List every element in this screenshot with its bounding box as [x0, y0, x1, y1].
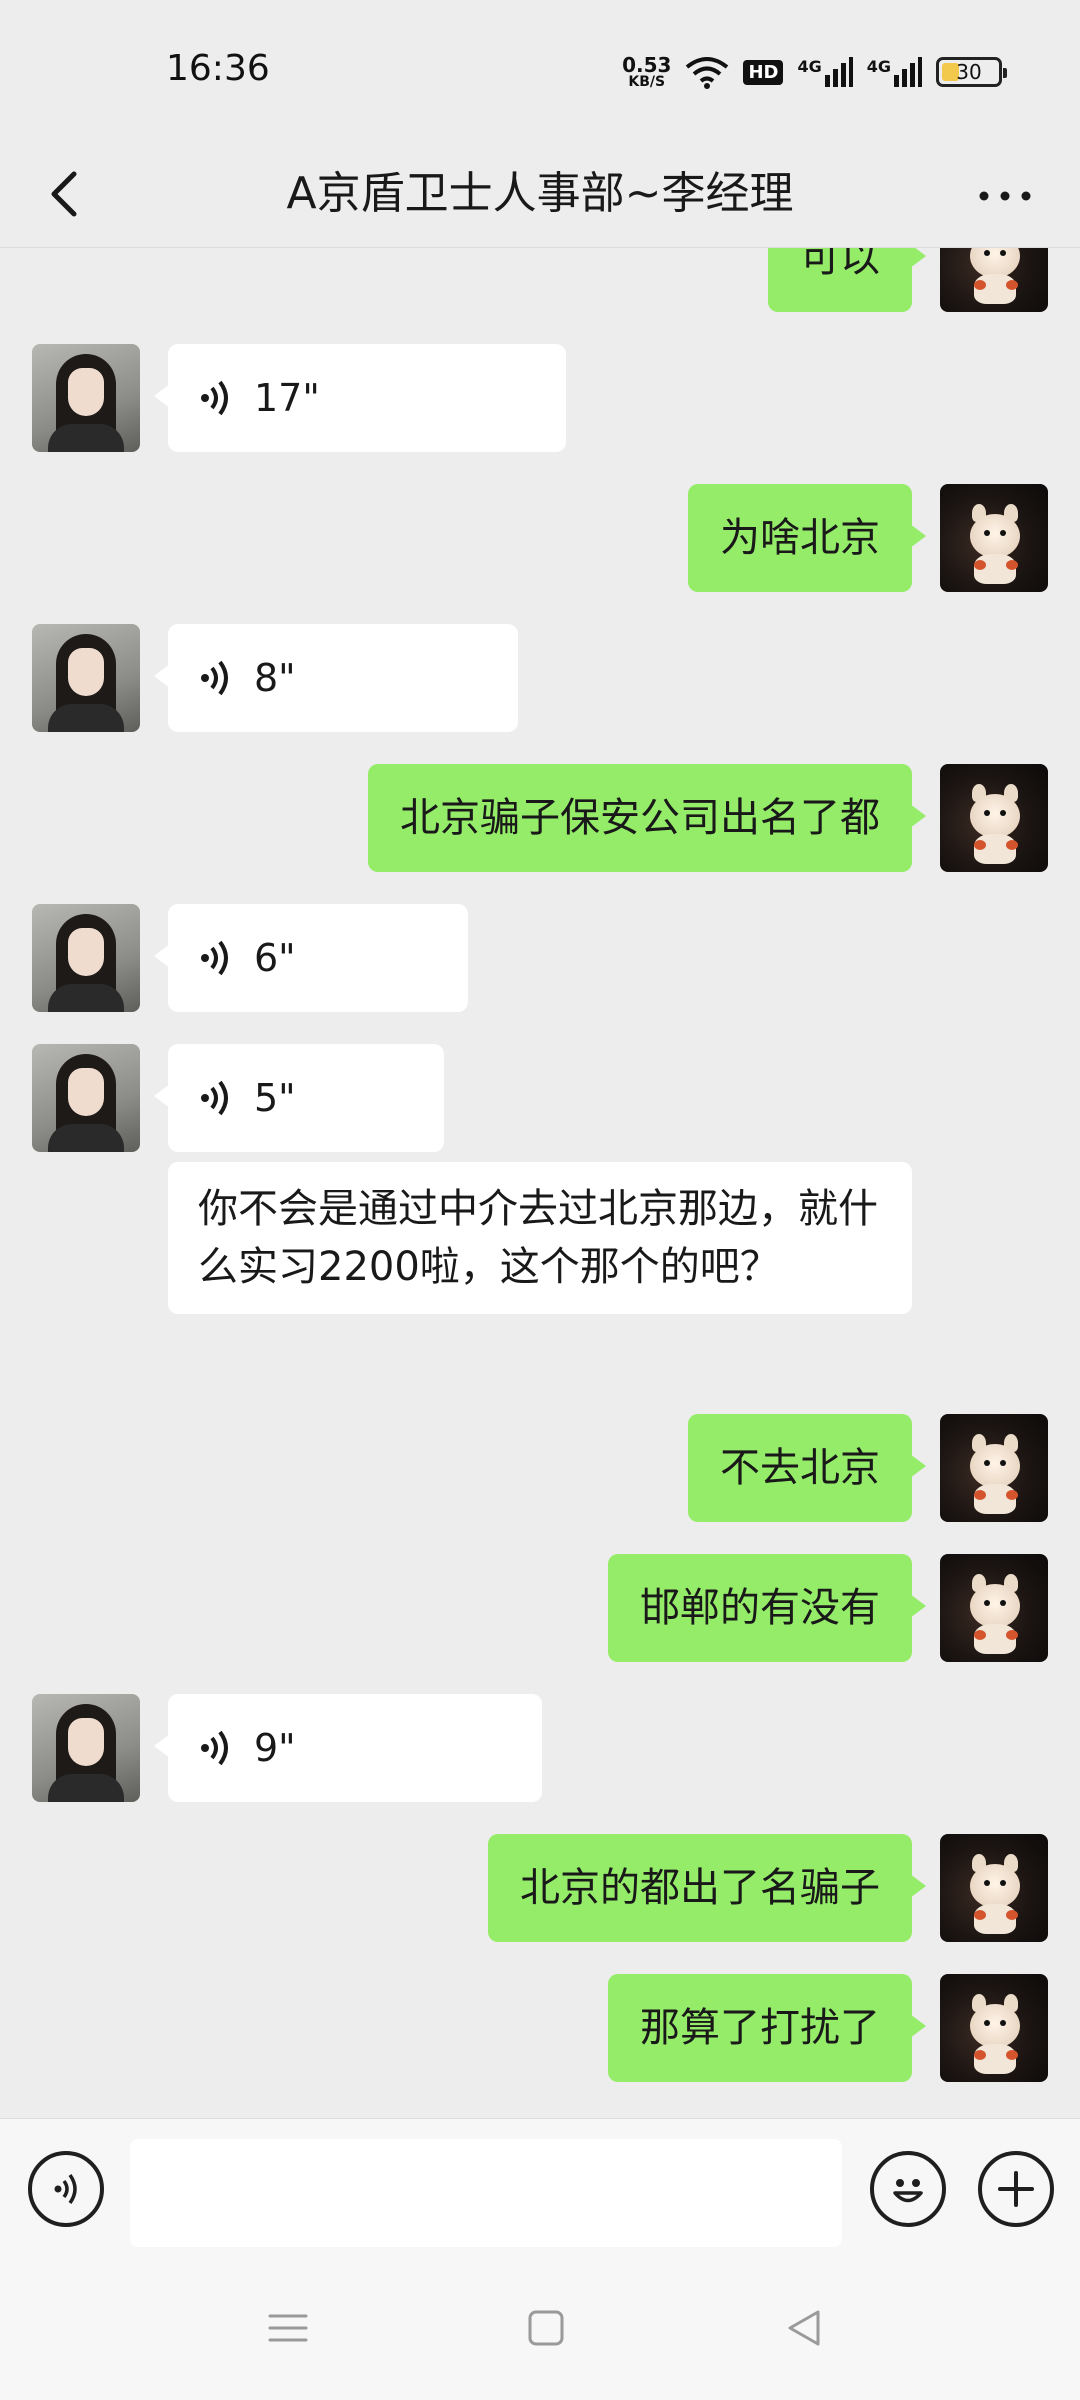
signal-bars-icon [824, 57, 853, 87]
voice-message[interactable]: 8" [154, 624, 518, 732]
message-bubble-contact[interactable]: 你不会是通过中介去过北京那边，就什么实习2200啦，这个那个的吧？ [168, 1162, 912, 1314]
avatar-contact[interactable] [32, 344, 140, 452]
voice-duration: 17" [254, 376, 320, 420]
voice-message[interactable]: 17" [154, 344, 566, 452]
voice-wave-icon [201, 380, 228, 416]
signal-2: 4G [867, 57, 922, 87]
voice-duration: 5" [254, 1076, 296, 1120]
voice-duration: 6" [254, 936, 296, 980]
avatar-me[interactable] [940, 484, 1048, 592]
plus-button[interactable] [978, 2151, 1054, 2227]
message-bubble-mine[interactable]: 可以 [768, 248, 926, 312]
hd-badge: HD [743, 59, 784, 85]
signal-1-label: 4G [797, 57, 822, 76]
signal-bars-icon [894, 57, 922, 87]
message-bubble-mine[interactable]: 不去北京 [688, 1414, 926, 1522]
message-bubble-mine[interactable]: 那算了打扰了 [608, 1974, 926, 2082]
message-input[interactable] [130, 2139, 842, 2247]
message-text: 为啥北京 [720, 515, 880, 561]
signal-2-label: 4G [866, 57, 891, 76]
menu-icon[interactable] [258, 2298, 318, 2358]
avatar-me[interactable] [940, 1974, 1048, 2082]
chat-title: A京盾卫士人事部~李经理 [286, 168, 794, 219]
avatar-me[interactable] [940, 764, 1048, 872]
avatar-contact[interactable] [32, 904, 140, 1012]
message-bubble-mine[interactable]: 为啥北京 [688, 484, 926, 592]
avatar-contact[interactable] [32, 624, 140, 732]
battery-level: 30 [956, 60, 982, 84]
voice-mode-icon [54, 2173, 77, 2205]
voice-message[interactable]: 9" [154, 1694, 542, 1802]
plus-icon [998, 2171, 1034, 2207]
battery-icon: 30 [936, 57, 1007, 87]
voice-wave-icon [201, 660, 228, 696]
more-dots-icon[interactable] [970, 168, 1040, 224]
message-text: 邯郸的有没有 [640, 1585, 880, 1631]
message-list[interactable]: 可以 17" 为啥北京 8" 北京骗子保安公司出名了都 6" 5" 你不会是通过… [0, 248, 1080, 2118]
voice-message[interactable]: 6" [154, 904, 468, 1012]
message-text: 北京骗子保安公司出名了都 [400, 795, 880, 841]
home-icon[interactable] [516, 2298, 576, 2358]
avatar-contact[interactable] [32, 1694, 140, 1802]
message-bubble-mine[interactable]: 邯郸的有没有 [608, 1554, 926, 1662]
chat-header: A京盾卫士人事部~李经理 [0, 140, 1080, 248]
chevron-left-icon[interactable] [36, 162, 100, 226]
avatar-me[interactable] [940, 1834, 1048, 1942]
signal-1: 4G [797, 57, 853, 87]
status-time: 16:36 [166, 48, 270, 89]
message-text: 那算了打扰了 [640, 2005, 880, 2051]
message-text: 可以 [800, 248, 880, 281]
voice-duration: 9" [254, 1726, 296, 1770]
emoji-button[interactable] [870, 2151, 946, 2227]
message-bubble-mine[interactable]: 北京的都出了名骗子 [488, 1834, 926, 1942]
voice-mode-button[interactable] [28, 2151, 104, 2227]
status-icons: 0.53 KB/S HD 4G 4G 30 [622, 52, 1007, 92]
net-speed-value: 0.53 [622, 53, 672, 77]
voice-duration: 8" [254, 656, 296, 700]
avatar-me[interactable] [940, 1414, 1048, 1522]
avatar-contact[interactable] [32, 1044, 140, 1152]
wifi-icon [686, 57, 729, 89]
status-bar: 16:36 0.53 KB/S HD 4G 4G 30 [0, 0, 1080, 140]
voice-wave-icon [201, 1730, 228, 1766]
avatar-me[interactable] [940, 248, 1048, 312]
message-text: 北京的都出了名骗子 [520, 1865, 880, 1911]
voice-wave-icon [201, 1080, 228, 1116]
net-speed: 0.53 KB/S [622, 55, 671, 89]
net-speed-unit: KB/S [628, 74, 666, 90]
voice-wave-icon [201, 940, 228, 976]
message-bubble-mine[interactable]: 北京骗子保安公司出名了都 [368, 764, 926, 872]
avatar-me[interactable] [940, 1554, 1048, 1662]
emoji-icon [893, 2179, 923, 2203]
back-triangle-icon[interactable] [774, 2298, 834, 2358]
input-bar [0, 2118, 1080, 2258]
message-text: 不去北京 [720, 1445, 880, 1491]
system-nav-bar [0, 2258, 1080, 2400]
voice-message[interactable]: 5" [154, 1044, 444, 1152]
message-text: 你不会是通过中介去过北京那边，就什么实习2200啦，这个那个的吧？ [198, 1186, 878, 1290]
